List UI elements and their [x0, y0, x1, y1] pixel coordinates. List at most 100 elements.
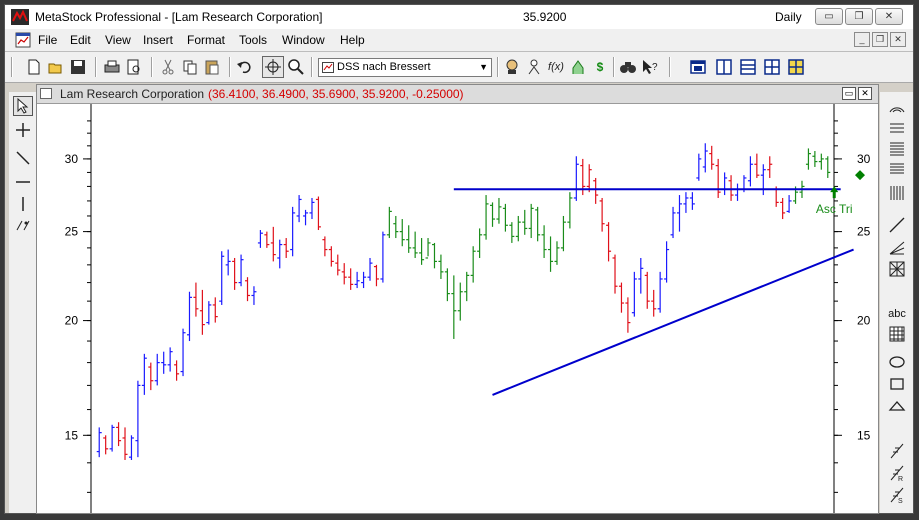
text-tool-icon[interactable]: abc	[888, 305, 906, 323]
pointer-icon[interactable]	[13, 96, 33, 116]
main-toolbar: DSS nach Bressert ▼ f(x) $ ?	[5, 52, 913, 83]
child-restore-button[interactable]: ❐	[872, 32, 888, 47]
child-close-button[interactable]: ✕	[890, 32, 906, 47]
toolbar-separator	[95, 57, 97, 77]
cycle-lines-icon[interactable]	[14, 216, 32, 234]
help-pointer-icon[interactable]: ?	[641, 58, 659, 76]
time-zones-icon[interactable]	[888, 184, 906, 202]
svg-text:R: R	[898, 476, 903, 482]
toolbar-separator	[151, 57, 153, 77]
tile-icon[interactable]	[689, 58, 707, 76]
explorer-icon[interactable]	[525, 58, 543, 76]
triangle-icon[interactable]	[888, 397, 906, 415]
chart-close-button[interactable]: ✕	[858, 87, 872, 100]
zoom-icon[interactable]	[287, 58, 305, 76]
undo-icon[interactable]	[235, 58, 253, 76]
crosshair-icon[interactable]	[264, 58, 282, 76]
horizontal-icon[interactable]	[739, 58, 757, 76]
binoculars-icon[interactable]	[619, 58, 637, 76]
left-drawing-toolbar	[9, 92, 37, 513]
trendline-support	[492, 248, 854, 396]
indicator-select-value: DSS nach Bressert	[337, 61, 431, 73]
grid-box-icon[interactable]	[888, 325, 906, 343]
svg-text:S: S	[898, 498, 903, 504]
speed-lines-icon[interactable]	[888, 160, 906, 178]
menu-file[interactable]: File	[38, 33, 57, 47]
paste-icon[interactable]	[203, 58, 221, 76]
buy-arrow-icon[interactable]	[888, 442, 906, 460]
metastock-logo-icon	[11, 9, 29, 25]
andrews-pitchfork-icon[interactable]	[888, 238, 906, 256]
child-minimize-button[interactable]: _	[854, 32, 870, 47]
dollar-icon[interactable]: $	[591, 58, 609, 76]
toolbar-separator	[613, 57, 615, 77]
new-icon[interactable]	[25, 58, 43, 76]
menu-edit[interactable]: Edit	[70, 33, 91, 47]
menu-tools[interactable]: Tools	[239, 33, 267, 47]
right-drawing-toolbar: abc R S	[880, 92, 913, 513]
indicator-builder-icon[interactable]	[569, 58, 587, 76]
y-tick-label-left: 30	[65, 152, 79, 166]
chart-restore-button[interactable]: ▭	[842, 87, 856, 100]
fibonacci-arcs-icon[interactable]	[888, 120, 906, 138]
menu-view[interactable]: View	[105, 33, 131, 47]
expert-icon[interactable]	[503, 58, 521, 76]
sell-arrow-icon[interactable]: R	[888, 464, 906, 482]
print-icon[interactable]	[103, 58, 121, 76]
signal-diamond	[855, 170, 866, 181]
last-price: 35.9200	[523, 10, 567, 24]
price-chart[interactable]: 15 15 20 20 25 25 30 30 Asc Tri	[37, 104, 878, 513]
cut-icon[interactable]	[159, 58, 177, 76]
menu-bar: File Edit View Insert Format Tools Windo…	[5, 29, 913, 52]
chart-security-name: Lam Research Corporation	[60, 87, 205, 101]
smart-chart-icon[interactable]	[787, 58, 805, 76]
minimize-button[interactable]: ▭	[815, 8, 843, 25]
raff-channel-icon[interactable]	[888, 216, 906, 234]
chart-document-icon	[40, 88, 52, 99]
y-tick-label-left: 25	[65, 225, 79, 239]
chart-title-bar: Lam Research Corporation (36.4100, 36.49…	[37, 85, 878, 104]
restore-button[interactable]: ❐	[845, 8, 873, 25]
chart-document-icon[interactable]	[15, 32, 31, 48]
trendline-tool-icon[interactable]	[14, 149, 32, 167]
gann-grid-icon[interactable]	[888, 260, 906, 278]
menu-window[interactable]: Window	[282, 33, 325, 47]
toolbar-grip	[11, 57, 13, 77]
y-tick-label-right: 30	[857, 152, 871, 166]
title-bar: MetaStock Professional - [Lam Research C…	[5, 5, 913, 29]
toolbar-separator	[311, 57, 313, 77]
gann-fan-icon[interactable]	[888, 98, 906, 116]
exit-arrow-icon[interactable]: S	[888, 486, 906, 504]
save-icon[interactable]	[69, 58, 87, 76]
menu-insert[interactable]: Insert	[143, 33, 173, 47]
app-window: MetaStock Professional - [Lam Research C…	[4, 4, 914, 514]
y-tick-label-right: 25	[857, 225, 871, 239]
ellipse-icon[interactable]	[888, 353, 906, 371]
toolbar-separator	[229, 57, 231, 77]
indicator-select[interactable]: DSS nach Bressert ▼	[318, 58, 492, 77]
print-preview-icon[interactable]	[125, 58, 143, 76]
crosshair-tool-icon[interactable]	[14, 121, 32, 139]
y-tick-label-left: 15	[65, 428, 79, 442]
y-tick-label-right: 15	[857, 428, 871, 442]
close-button[interactable]: ✕	[875, 8, 903, 25]
toolbar-separator	[669, 57, 671, 77]
copy-icon[interactable]	[181, 58, 199, 76]
horizontal-line-icon[interactable]	[14, 173, 32, 191]
y-tick-label-left: 20	[65, 314, 79, 328]
vertical-line-icon[interactable]	[14, 195, 32, 213]
pattern-annotation: Asc Tri	[816, 202, 853, 216]
cascade-icon[interactable]	[715, 58, 733, 76]
formula-icon[interactable]: f(x)	[547, 58, 565, 76]
chart-window: Lam Research Corporation (36.4100, 36.49…	[36, 84, 879, 514]
menu-format[interactable]: Format	[187, 33, 225, 47]
buy-signal-arrow	[830, 186, 839, 199]
menu-help[interactable]: Help	[340, 33, 365, 47]
vertical-icon[interactable]	[763, 58, 781, 76]
chevron-down-icon[interactable]: ▼	[479, 62, 488, 72]
toolbar-separator	[497, 57, 499, 77]
fibonacci-retracement-icon[interactable]	[888, 140, 906, 158]
rectangle-icon[interactable]	[888, 375, 906, 393]
svg-text:?: ?	[652, 62, 658, 73]
open-icon[interactable]	[47, 58, 65, 76]
